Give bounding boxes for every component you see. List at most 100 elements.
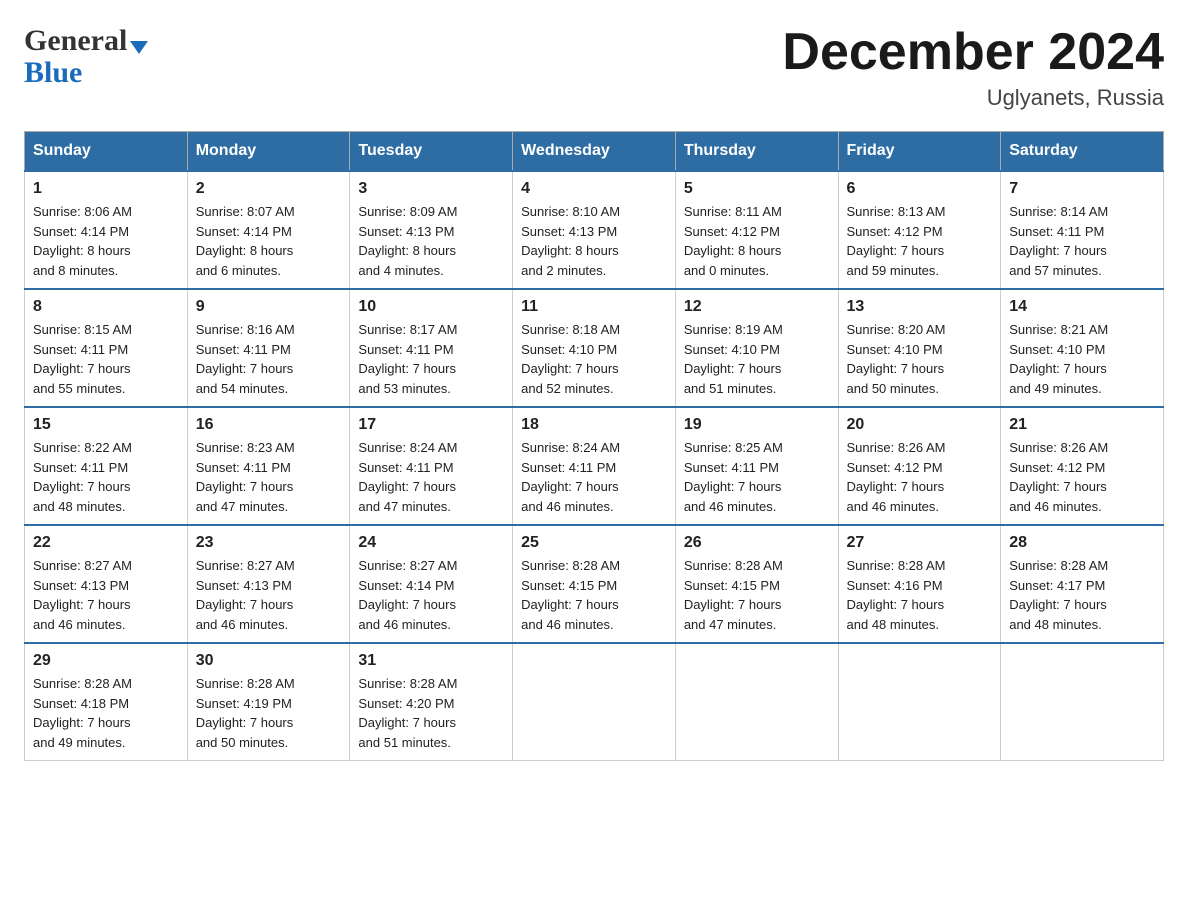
sunrise-text: Sunrise: 8:27 AM bbox=[358, 558, 457, 573]
daylight-text: Daylight: 7 hours bbox=[196, 361, 294, 376]
day-number: 28 bbox=[1009, 534, 1155, 552]
month-title: December 2024 bbox=[782, 24, 1164, 81]
daylight-text: Daylight: 8 hours bbox=[358, 243, 456, 258]
sunrise-text: Sunrise: 8:16 AM bbox=[196, 322, 295, 337]
sunrise-text: Sunrise: 8:18 AM bbox=[521, 322, 620, 337]
sunrise-text: Sunrise: 8:17 AM bbox=[358, 322, 457, 337]
sunset-text: Sunset: 4:15 PM bbox=[521, 578, 617, 593]
calendar-day-cell bbox=[513, 643, 676, 761]
daylight-minutes: and 46 minutes. bbox=[847, 499, 940, 514]
sunset-text: Sunset: 4:10 PM bbox=[847, 342, 943, 357]
sunset-text: Sunset: 4:15 PM bbox=[684, 578, 780, 593]
daylight-text: Daylight: 7 hours bbox=[1009, 597, 1107, 612]
sunset-text: Sunset: 4:14 PM bbox=[358, 578, 454, 593]
logo-arrow-icon bbox=[130, 41, 148, 54]
calendar-day-cell: 26 Sunrise: 8:28 AM Sunset: 4:15 PM Dayl… bbox=[675, 525, 838, 643]
daylight-text: Daylight: 7 hours bbox=[196, 715, 294, 730]
daylight-text: Daylight: 7 hours bbox=[684, 361, 782, 376]
sunrise-text: Sunrise: 8:28 AM bbox=[1009, 558, 1108, 573]
daylight-text: Daylight: 7 hours bbox=[1009, 361, 1107, 376]
day-number: 12 bbox=[684, 298, 830, 316]
day-info: Sunrise: 8:27 AM Sunset: 4:13 PM Dayligh… bbox=[196, 556, 342, 634]
day-number: 27 bbox=[847, 534, 993, 552]
daylight-minutes: and 51 minutes. bbox=[358, 735, 451, 750]
calendar-day-cell: 25 Sunrise: 8:28 AM Sunset: 4:15 PM Dayl… bbox=[513, 525, 676, 643]
daylight-minutes: and 48 minutes. bbox=[1009, 617, 1102, 632]
daylight-minutes: and 49 minutes. bbox=[33, 735, 126, 750]
sunrise-text: Sunrise: 8:07 AM bbox=[196, 204, 295, 219]
page-header: General Blue December 2024 Uglyanets, Ru… bbox=[24, 24, 1164, 111]
calendar-day-cell: 23 Sunrise: 8:27 AM Sunset: 4:13 PM Dayl… bbox=[187, 525, 350, 643]
day-info: Sunrise: 8:28 AM Sunset: 4:15 PM Dayligh… bbox=[684, 556, 830, 634]
sunrise-text: Sunrise: 8:20 AM bbox=[847, 322, 946, 337]
calendar-day-cell: 24 Sunrise: 8:27 AM Sunset: 4:14 PM Dayl… bbox=[350, 525, 513, 643]
daylight-minutes: and 57 minutes. bbox=[1009, 263, 1102, 278]
day-info: Sunrise: 8:26 AM Sunset: 4:12 PM Dayligh… bbox=[1009, 438, 1155, 516]
calendar-day-cell: 18 Sunrise: 8:24 AM Sunset: 4:11 PM Dayl… bbox=[513, 407, 676, 525]
sunrise-text: Sunrise: 8:28 AM bbox=[847, 558, 946, 573]
day-number: 22 bbox=[33, 534, 179, 552]
header-monday: Monday bbox=[187, 132, 350, 172]
daylight-minutes: and 51 minutes. bbox=[684, 381, 777, 396]
daylight-minutes: and 6 minutes. bbox=[196, 263, 281, 278]
sunset-text: Sunset: 4:19 PM bbox=[196, 696, 292, 711]
sunrise-text: Sunrise: 8:10 AM bbox=[521, 204, 620, 219]
sunrise-text: Sunrise: 8:06 AM bbox=[33, 204, 132, 219]
day-number: 23 bbox=[196, 534, 342, 552]
sunset-text: Sunset: 4:11 PM bbox=[196, 460, 291, 475]
daylight-text: Daylight: 7 hours bbox=[684, 597, 782, 612]
day-number: 29 bbox=[33, 652, 179, 670]
sunrise-text: Sunrise: 8:27 AM bbox=[196, 558, 295, 573]
calendar-day-cell: 3 Sunrise: 8:09 AM Sunset: 4:13 PM Dayli… bbox=[350, 171, 513, 289]
daylight-minutes: and 53 minutes. bbox=[358, 381, 451, 396]
day-number: 5 bbox=[684, 180, 830, 198]
calendar-day-cell: 29 Sunrise: 8:28 AM Sunset: 4:18 PM Dayl… bbox=[25, 643, 188, 761]
calendar-day-cell: 14 Sunrise: 8:21 AM Sunset: 4:10 PM Dayl… bbox=[1001, 289, 1164, 407]
calendar-day-cell: 19 Sunrise: 8:25 AM Sunset: 4:11 PM Dayl… bbox=[675, 407, 838, 525]
sunset-text: Sunset: 4:13 PM bbox=[521, 224, 617, 239]
day-info: Sunrise: 8:17 AM Sunset: 4:11 PM Dayligh… bbox=[358, 320, 504, 398]
daylight-minutes: and 46 minutes. bbox=[33, 617, 126, 632]
day-info: Sunrise: 8:26 AM Sunset: 4:12 PM Dayligh… bbox=[847, 438, 993, 516]
daylight-minutes: and 0 minutes. bbox=[684, 263, 769, 278]
day-info: Sunrise: 8:15 AM Sunset: 4:11 PM Dayligh… bbox=[33, 320, 179, 398]
day-info: Sunrise: 8:27 AM Sunset: 4:14 PM Dayligh… bbox=[358, 556, 504, 634]
calendar-day-cell: 28 Sunrise: 8:28 AM Sunset: 4:17 PM Dayl… bbox=[1001, 525, 1164, 643]
daylight-text: Daylight: 7 hours bbox=[847, 479, 945, 494]
daylight-text: Daylight: 7 hours bbox=[358, 597, 456, 612]
daylight-text: Daylight: 7 hours bbox=[33, 715, 131, 730]
daylight-text: Daylight: 7 hours bbox=[358, 361, 456, 376]
sunset-text: Sunset: 4:11 PM bbox=[1009, 224, 1104, 239]
calendar-day-cell: 2 Sunrise: 8:07 AM Sunset: 4:14 PM Dayli… bbox=[187, 171, 350, 289]
logo-blue-text: Blue bbox=[24, 58, 151, 88]
logo-general-text: General bbox=[24, 24, 127, 58]
day-info: Sunrise: 8:18 AM Sunset: 4:10 PM Dayligh… bbox=[521, 320, 667, 398]
calendar-table: Sunday Monday Tuesday Wednesday Thursday… bbox=[24, 131, 1164, 761]
sunset-text: Sunset: 4:11 PM bbox=[358, 342, 453, 357]
daylight-minutes: and 52 minutes. bbox=[521, 381, 614, 396]
daylight-minutes: and 46 minutes. bbox=[196, 617, 289, 632]
daylight-minutes: and 46 minutes. bbox=[521, 617, 614, 632]
day-info: Sunrise: 8:21 AM Sunset: 4:10 PM Dayligh… bbox=[1009, 320, 1155, 398]
daylight-text: Daylight: 7 hours bbox=[521, 361, 619, 376]
calendar-day-cell: 11 Sunrise: 8:18 AM Sunset: 4:10 PM Dayl… bbox=[513, 289, 676, 407]
day-number: 1 bbox=[33, 180, 179, 198]
daylight-minutes: and 48 minutes. bbox=[33, 499, 126, 514]
calendar-day-cell: 15 Sunrise: 8:22 AM Sunset: 4:11 PM Dayl… bbox=[25, 407, 188, 525]
day-number: 3 bbox=[358, 180, 504, 198]
day-info: Sunrise: 8:16 AM Sunset: 4:11 PM Dayligh… bbox=[196, 320, 342, 398]
calendar-day-cell bbox=[1001, 643, 1164, 761]
sunrise-text: Sunrise: 8:09 AM bbox=[358, 204, 457, 219]
day-number: 10 bbox=[358, 298, 504, 316]
calendar-day-cell: 10 Sunrise: 8:17 AM Sunset: 4:11 PM Dayl… bbox=[350, 289, 513, 407]
daylight-minutes: and 46 minutes. bbox=[358, 617, 451, 632]
day-number: 19 bbox=[684, 416, 830, 434]
day-info: Sunrise: 8:25 AM Sunset: 4:11 PM Dayligh… bbox=[684, 438, 830, 516]
day-number: 9 bbox=[196, 298, 342, 316]
daylight-minutes: and 50 minutes. bbox=[196, 735, 289, 750]
daylight-text: Daylight: 8 hours bbox=[196, 243, 294, 258]
daylight-text: Daylight: 7 hours bbox=[33, 479, 131, 494]
day-info: Sunrise: 8:22 AM Sunset: 4:11 PM Dayligh… bbox=[33, 438, 179, 516]
sunrise-text: Sunrise: 8:28 AM bbox=[358, 676, 457, 691]
day-info: Sunrise: 8:11 AM Sunset: 4:12 PM Dayligh… bbox=[684, 202, 830, 280]
